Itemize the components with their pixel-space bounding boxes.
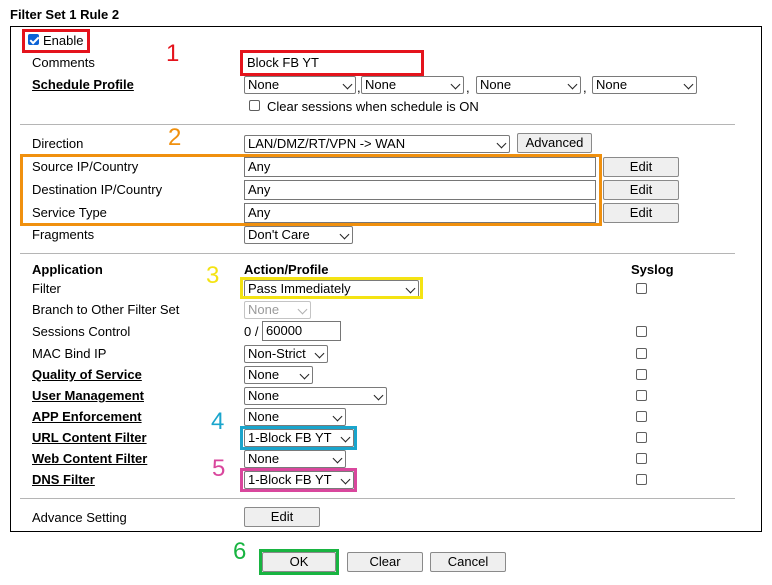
chevron-down-icon [496,138,507,149]
quality-of-service-link[interactable]: Quality of Service [32,367,142,382]
highlight-box-3 [240,277,423,299]
highlight-box-2 [20,154,602,226]
highlight-box-5 [240,468,357,492]
annotation-number-6: 6 [233,538,247,565]
dns-syslog-checkbox[interactable] [636,474,647,485]
sessions-syslog-checkbox[interactable] [636,326,647,337]
syslog-header: Syslog [631,262,674,277]
chevron-down-icon [332,411,343,422]
page-title: Filter Set 1 Rule 2 [10,7,120,22]
macbind-syslog-checkbox[interactable] [636,348,647,359]
filter-label: Filter [32,281,61,296]
chevron-down-icon [373,390,384,401]
schedule-profile-1-value: None [248,77,280,92]
action-profile-header: Action/Profile [244,262,329,277]
chevron-down-icon [342,79,353,90]
chevron-down-icon [339,229,350,240]
highlight-box-comments [240,50,424,76]
chevron-down-icon [332,453,343,464]
web-syslog-checkbox[interactable] [636,453,647,464]
direction-select[interactable]: LAN/DMZ/RT/VPN -> WAN [244,135,510,153]
divider [20,498,735,499]
direction-value: LAN/DMZ/RT/VPN -> WAN [248,136,406,151]
advance-edit-button[interactable]: Edit [244,507,320,527]
cancel-button[interactable]: Cancel [430,552,506,572]
source-edit-button[interactable]: Edit [603,157,679,177]
chevron-down-icon [314,348,325,359]
mac-bind-ip-label: MAC Bind IP [32,346,107,361]
fragments-value: Don't Care [248,227,310,242]
branch-filter-label: Branch to Other Filter Set [32,302,180,317]
app-enf-syslog-checkbox[interactable] [636,411,647,422]
separator-comma: , [466,80,470,95]
application-header: Application [32,262,103,277]
sessions-current: 0 / [244,324,259,339]
sessions-control-label: Sessions Control [32,324,131,339]
fragments-label: Fragments [32,227,95,242]
chevron-down-icon [299,369,310,380]
web-content-filter-select[interactable]: None [244,450,346,468]
user-management-value: None [248,388,280,403]
branch-filter-select: None [244,301,311,319]
branch-filter-value: None [248,302,280,317]
schedule-profile-select-4[interactable]: None [592,76,697,94]
filter-syslog-checkbox[interactable] [636,283,647,294]
annotation-number-1: 1 [166,40,180,67]
dns-filter-link[interactable]: DNS Filter [32,472,95,487]
sessions-limit-input[interactable]: 60000 [262,321,341,341]
chevron-down-icon [683,79,694,90]
schedule-profile-select-2[interactable]: None [361,76,464,94]
qos-syslog-checkbox[interactable] [636,369,647,380]
annotation-number-2: 2 [168,124,182,151]
user-management-link[interactable]: User Management [32,388,144,403]
user-management-select[interactable]: None [244,387,387,405]
divider [20,124,735,125]
chevron-down-icon [297,304,308,315]
separator-comma: , [583,80,587,95]
qos-value: None [248,367,280,382]
annotation-number-5: 5 [212,455,226,482]
mac-bind-ip-value: Non-Strict [248,346,306,361]
chevron-down-icon [567,79,578,90]
highlight-box-6 [259,549,339,575]
advanced-button[interactable]: Advanced [517,133,592,153]
schedule-profile-select-1[interactable]: None [244,76,356,94]
clear-sessions-label: Clear sessions when schedule is ON [267,99,479,114]
schedule-profile-select-3[interactable]: None [476,76,581,94]
destination-edit-button[interactable]: Edit [603,180,679,200]
clear-button[interactable]: Clear [347,552,423,572]
comments-label: Comments [32,55,95,70]
annotation-number-3: 3 [206,262,220,289]
user-syslog-checkbox[interactable] [636,390,647,401]
fragments-select[interactable]: Don't Care [244,226,353,244]
annotation-number-4: 4 [211,408,225,435]
app-enforcement-value: None [248,409,280,424]
schedule-profile-link[interactable]: Schedule Profile [32,77,134,92]
web-content-filter-value: None [248,451,280,466]
service-edit-button[interactable]: Edit [603,203,679,223]
schedule-profile-4-value: None [596,77,628,92]
app-enforcement-select[interactable]: None [244,408,346,426]
highlight-box-4 [240,426,357,450]
url-content-filter-link[interactable]: URL Content Filter [32,430,147,445]
chevron-down-icon [450,79,461,90]
web-content-filter-link[interactable]: Web Content Filter [32,451,147,466]
qos-select[interactable]: None [244,366,313,384]
url-syslog-checkbox[interactable] [636,432,647,443]
highlight-box-1 [22,29,90,53]
schedule-profile-3-value: None [480,77,512,92]
advance-setting-label: Advance Setting [32,510,127,525]
app-enforcement-link[interactable]: APP Enforcement [32,409,142,424]
direction-label: Direction [32,136,84,151]
clear-sessions-checkbox[interactable] [249,100,260,111]
mac-bind-ip-select[interactable]: Non-Strict [244,345,328,363]
schedule-profile-2-value: None [365,77,397,92]
divider [20,253,735,254]
